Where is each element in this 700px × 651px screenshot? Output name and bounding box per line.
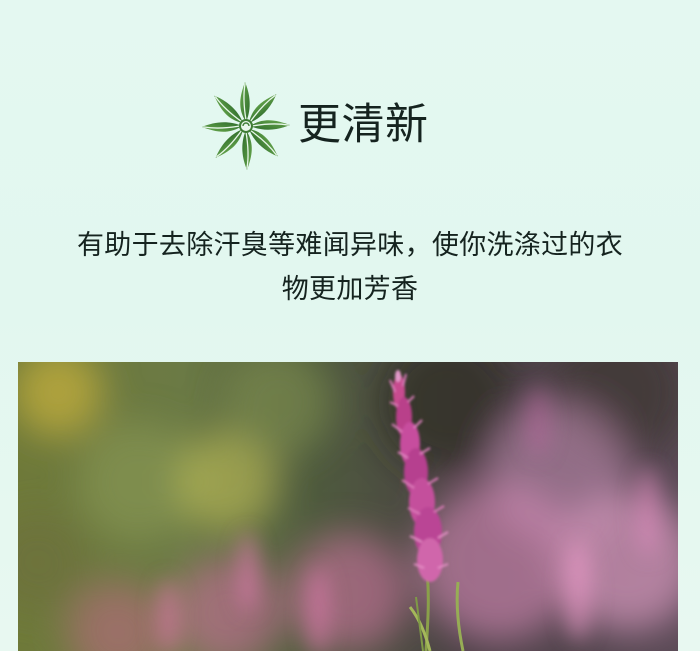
feature-title: 更清新: [298, 100, 429, 150]
feature-header: 更清新: [200, 80, 500, 172]
star-anise-icon: [200, 80, 292, 172]
feature-description: 有助于去除汗臭等难闻异味，使你洗涤过的衣 物更加芳香: [30, 224, 670, 312]
description-line-2: 物更加芳香: [281, 274, 419, 305]
pink-flower-spike-image: [18, 362, 678, 651]
description-line-1: 有助于去除汗臭等难闻异味，使你洗涤过的衣: [77, 230, 623, 261]
flower-photo: [18, 362, 678, 651]
product-feature-panel: 更清新 有助于去除汗臭等难闻异味，使你洗涤过的衣 物更加芳香: [0, 0, 700, 651]
